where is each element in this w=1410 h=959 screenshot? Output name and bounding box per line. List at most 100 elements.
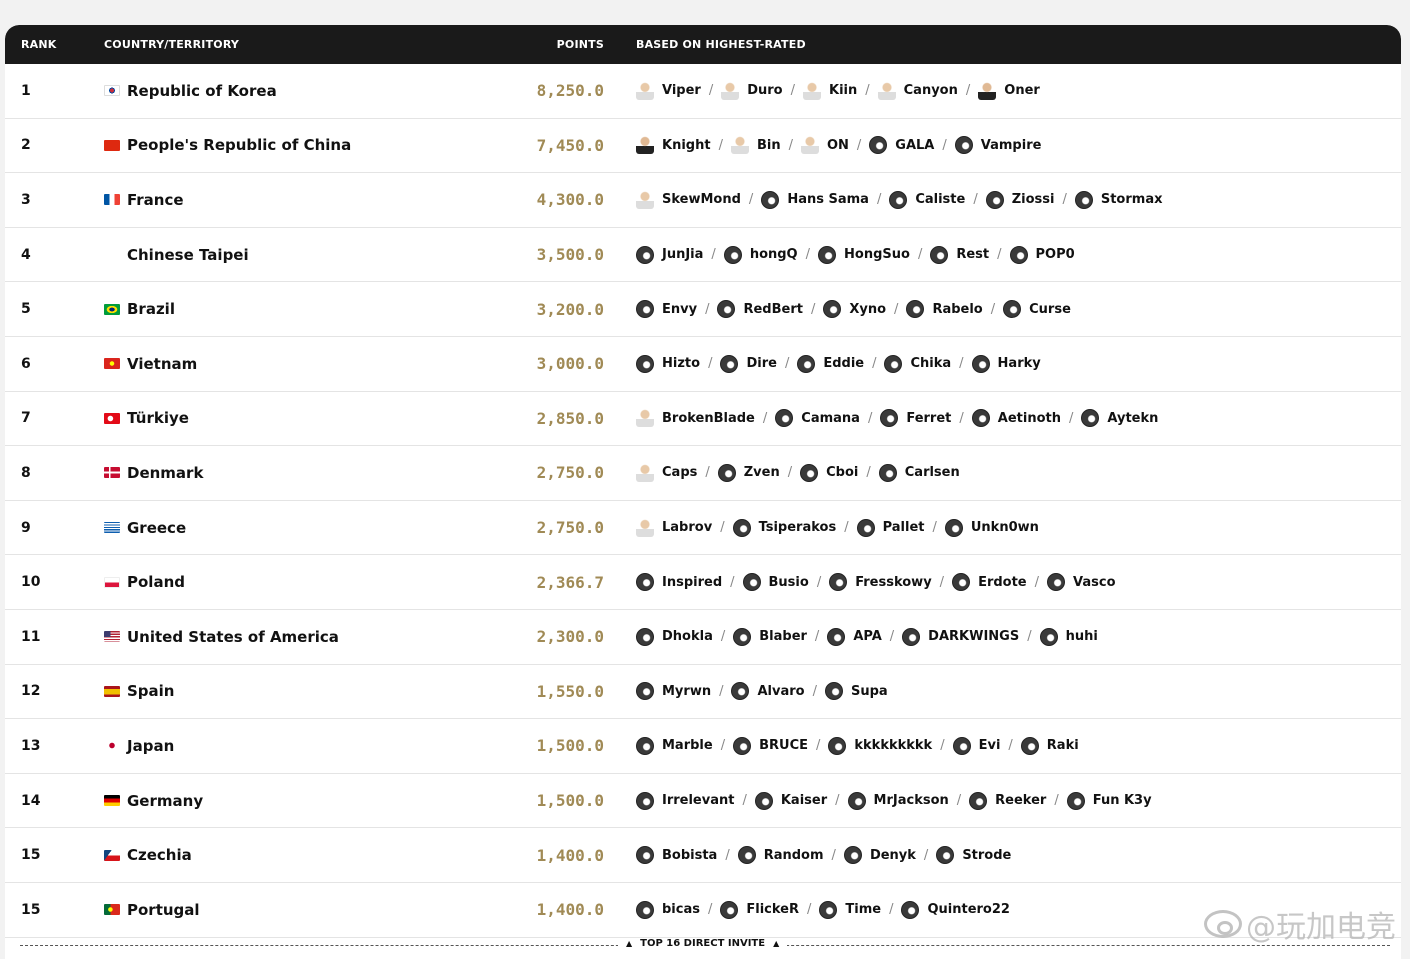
player-item[interactable]: Hans Sama [761,190,869,209]
table-row[interactable]: 15 Portugal 1,400.0 bicas / FlickeR / Time / Quin… [5,883,1401,938]
table-row[interactable]: 14 Germany 1,500.0 Irrelevant / Kaiser / MrJack… [5,774,1401,829]
player-item[interactable]: Vasco [1047,573,1116,592]
player-item[interactable]: Zven [717,463,780,482]
player-item[interactable]: Vampire [954,136,1041,155]
player-item[interactable]: BRUCE [733,736,808,755]
player-item[interactable]: Pallet [856,518,924,537]
player-item[interactable]: GALA [869,136,934,155]
player-item[interactable]: Curse [1003,300,1071,319]
player-item[interactable]: Unkn0wn [944,518,1039,537]
player-name: Raki [1046,738,1079,754]
player-item[interactable]: Duro [721,81,783,100]
player-item[interactable]: Fun K3y [1066,791,1152,810]
player-item[interactable]: Eddie [797,354,864,373]
table-row[interactable]: 13 Japan 1,500.0 Marble / BRUCE / kkkkkkkkk / Evi… [5,719,1401,774]
player-item[interactable]: Dire [720,354,777,373]
player-item[interactable]: Bobista [636,846,717,865]
player-item[interactable]: DARKWINGS [902,627,1019,646]
player-item[interactable]: HongSuo [818,245,910,264]
player-item[interactable]: Rabelo [906,300,983,319]
table-row[interactable]: 2 People's Republic of China 7,450.0 Knight… [5,119,1401,174]
player-item[interactable]: Erdote [952,573,1027,592]
player-item[interactable]: Blaber [733,627,807,646]
player-item[interactable]: Bin [730,136,781,155]
table-row[interactable]: 11 United States of America 2,300.0 Dhokla /… [5,610,1401,665]
player-item[interactable]: Camana [775,409,860,428]
player-item[interactable]: Envy [636,300,697,319]
table-row[interactable]: 5 Brazil 3,200.0 Envy / RedBert / Xyno / Rabelo / C… [5,282,1401,337]
player-item[interactable]: Xyno [823,300,886,319]
player-item[interactable]: Myrwn [636,682,712,701]
player-item[interactable]: Carlsen [878,463,960,482]
player-item[interactable]: huhi [1039,627,1098,646]
table-row[interactable]: 1 Republic of Korea 8,250.0 Viper / Duro / Kiin… [5,64,1401,119]
player-item[interactable]: BrokenBlade [636,409,755,428]
player-item[interactable]: Aytekn [1081,409,1158,428]
player-item[interactable]: ON [800,136,849,155]
player-item[interactable]: Strode [936,846,1011,865]
table-row[interactable]: 15 Czechia 1,400.0 Bobista / Random / Denyk / Str… [5,828,1401,883]
player-item[interactable]: Inspired [636,573,722,592]
player-item[interactable]: Hizto [636,354,700,373]
player-item[interactable]: Kiin [803,81,857,100]
player-item[interactable]: POP0 [1009,245,1075,264]
player-item[interactable]: hongQ [723,245,798,264]
player-item[interactable]: Fresskowy [829,573,932,592]
player-item[interactable]: SkewMond [636,190,741,209]
player-item[interactable]: MrJackson [847,791,949,810]
player-item[interactable]: Raki [1020,736,1079,755]
player-item[interactable]: Busio [742,573,809,592]
player-item[interactable]: Kaiser [754,791,827,810]
player-item[interactable]: Supa [824,682,888,701]
team-logo-icon [636,736,654,755]
player-name: JunJia [662,247,704,263]
player-item[interactable]: Tsiperakos [732,518,836,537]
table-row[interactable]: 6 Vietnam 3,000.0 Hizto / Dire / Eddie / Chika / Ha… [5,337,1401,392]
player-item[interactable]: Quintero22 [901,900,1010,919]
player-item[interactable]: Ziossi [985,190,1054,209]
country-name: Poland [127,573,185,592]
table-row[interactable]: 9 Greece 2,750.0 Labrov / Tsiperakos / Pallet / U… [5,501,1401,556]
player-item[interactable]: Chika [884,354,951,373]
player-item[interactable]: Viper [636,81,701,100]
player-item[interactable]: Evi [952,736,1000,755]
player-item[interactable]: Knight [636,136,711,155]
player-item[interactable]: Caps [636,463,697,482]
player-item[interactable]: Irrelevant [636,791,734,810]
separator: / [705,465,710,481]
table-row[interactable]: 10 Poland 2,366.7 Inspired / Busio / Fresskowy /… [5,555,1401,610]
player-item[interactable]: Harky [971,354,1041,373]
player-item[interactable]: Aetinoth [971,409,1061,428]
player-item[interactable]: Dhokla [636,627,713,646]
player-item[interactable]: kkkkkkkkk [828,736,933,755]
table-row[interactable]: 12 Spain 1,550.0 Myrwn / Alvaro / Supa [5,665,1401,720]
watermark: @玩加电竞 [1204,902,1396,946]
team-logo-icon [884,354,903,373]
player-item[interactable]: Reeker [969,791,1046,810]
player-item[interactable]: bicas [636,900,700,919]
player-item[interactable]: Rest [930,245,989,264]
player-item[interactable]: Alvaro [731,682,805,701]
player-item[interactable]: Canyon [877,81,958,100]
table-row[interactable]: 4 Chinese Taipei 3,500.0 JunJia / hongQ / HongS… [5,228,1401,283]
player-item[interactable]: Oner [978,81,1040,100]
player-item[interactable]: Ferret [880,409,951,428]
player-name: kkkkkkkkk [854,738,933,754]
player-item[interactable]: Stormax [1074,190,1162,209]
player-item[interactable]: APA [827,627,882,646]
player-item[interactable]: JunJia [636,245,704,264]
table-row[interactable]: 3 France 4,300.0 SkewMond / Hans Sama / Caliste… [5,173,1401,228]
player-item[interactable]: Denyk [843,846,916,865]
player-item[interactable]: Cboi [800,463,858,482]
player-item[interactable]: Time [819,900,881,919]
player-item[interactable]: Marble [636,736,713,755]
table-row[interactable]: 8 Denmark 2,750.0 Caps / Zven / Cboi / Carlsen [5,446,1401,501]
players-cell: Hizto / Dire / Eddie / Chika / Harky [604,354,1041,373]
table-row[interactable]: 7 Türkiye 2,850.0 BrokenBlade / Camana / Ferret… [5,392,1401,447]
player-item[interactable]: Labrov [636,518,712,537]
player-item[interactable]: RedBert [717,300,803,319]
player-item[interactable]: Random [737,846,824,865]
player-item[interactable]: Caliste [889,190,965,209]
player-name: Myrwn [662,683,712,699]
player-item[interactable]: FlickeR [720,900,799,919]
